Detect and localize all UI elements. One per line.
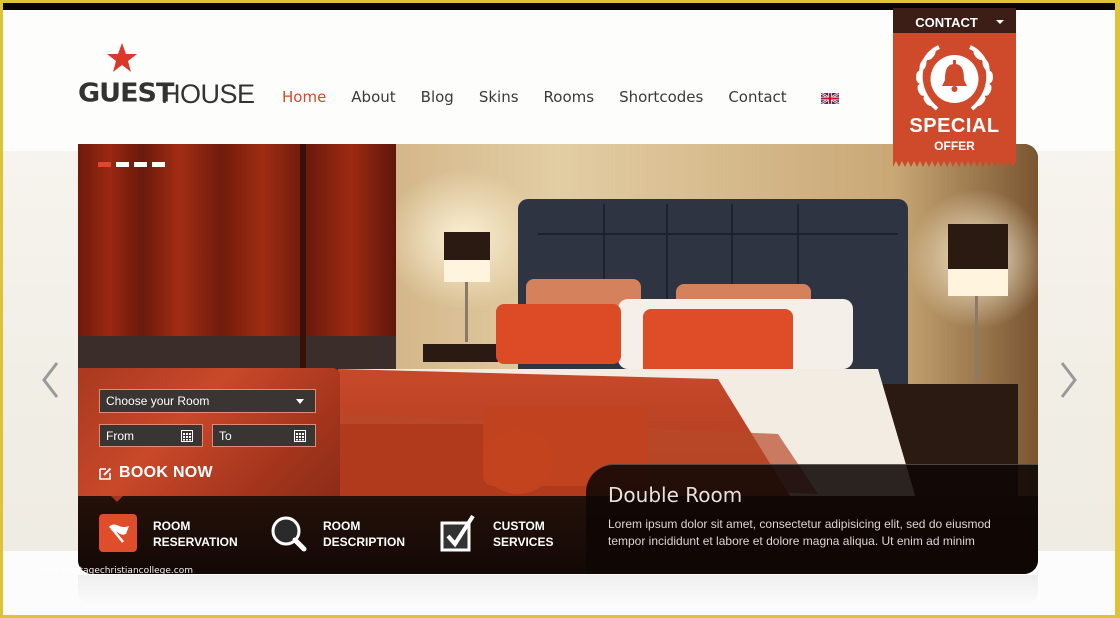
hero-slider: Choose your Room From To BOOK NOW ROOM R… (78, 144, 1038, 574)
nav-rooms[interactable]: Rooms (544, 88, 595, 106)
star-icon (107, 43, 137, 72)
slide-dot-3[interactable] (134, 162, 147, 167)
nav-shortcodes[interactable]: Shortcodes (619, 88, 703, 106)
chevron-down-icon (995, 20, 1004, 24)
ribbon-edge (893, 159, 1016, 167)
special-offer-subtitle: OFFER (934, 139, 975, 153)
slide-caption: Double Room Lorem ipsum dolor sit amet, … (586, 464, 1038, 574)
nav-contact[interactable]: Contact (728, 88, 786, 106)
slide-title: Double Room (608, 483, 743, 507)
feature-custom-services[interactable]: CUSTOM SERVICES (439, 514, 553, 554)
feature-label-line2: DESCRIPTION (323, 535, 406, 549)
feature-label-line2: RESERVATION (153, 535, 238, 549)
slider-prev-arrow[interactable] (38, 360, 62, 400)
feature-label-line1: ROOM (153, 519, 191, 533)
feature-label-line1: ROOM (323, 519, 361, 533)
from-date-placeholder: From (106, 428, 134, 443)
flag-icon (99, 514, 137, 552)
site-logo[interactable]: GUEST HOUSE (78, 42, 255, 110)
slider-next-arrow[interactable] (1057, 360, 1081, 400)
feature-room-reservation[interactable]: ROOM RESERVATION (99, 514, 238, 554)
main-nav: Home About Blog Skins Rooms Shortcodes C… (282, 88, 812, 106)
nav-blog[interactable]: Blog (421, 88, 454, 106)
calendar-icon[interactable] (294, 430, 306, 442)
nav-about[interactable]: About (351, 88, 395, 106)
slide-description: Lorem ipsum dolor sit amet, consectetur … (608, 517, 991, 548)
bell-icon (916, 45, 993, 111)
calendar-icon[interactable] (181, 430, 193, 442)
magnifier-icon (271, 516, 307, 552)
logo-text-bold: GUEST (78, 78, 174, 109)
slider-reflection (78, 575, 1038, 605)
slide-dot-4[interactable] (152, 162, 165, 167)
feature-label-line1: CUSTOM (493, 519, 545, 533)
slide-dot-2[interactable] (116, 162, 129, 167)
panel-pointer (111, 496, 123, 502)
room-select-value: Choose your Room (106, 394, 210, 408)
chevron-down-icon (296, 399, 304, 404)
nav-home[interactable]: Home (282, 88, 326, 106)
edit-icon (99, 467, 112, 480)
special-offer-title: SPECIAL (909, 115, 1000, 137)
contact-dropdown[interactable]: CONTACT (893, 8, 1016, 36)
to-date-placeholder: To (219, 428, 232, 443)
room-select[interactable]: Choose your Room (99, 389, 316, 413)
watermark: www.heritagechristiancollege.com (38, 566, 193, 576)
contact-label: CONTACT (915, 14, 978, 30)
feature-label-line2: SERVICES (493, 535, 554, 549)
checkbox-icon (440, 514, 475, 552)
to-date-field[interactable]: To (212, 424, 316, 447)
book-now-label: BOOK NOW (119, 464, 213, 481)
booking-form: Choose your Room From To BOOK NOW (78, 368, 340, 496)
feature-room-description[interactable]: ROOM DESCRIPTION (269, 514, 405, 554)
slide-dot-1[interactable] (98, 162, 111, 167)
nav-skins[interactable]: Skins (479, 88, 519, 106)
book-now-button[interactable]: BOOK NOW (99, 464, 213, 482)
logo-text-light: HOUSE (161, 79, 255, 109)
uk-flag-icon[interactable] (821, 93, 839, 104)
special-offer-badge[interactable]: SPECIAL OFFER (893, 33, 1016, 167)
from-date-field[interactable]: From (99, 424, 203, 447)
slide-indicators (98, 162, 165, 167)
